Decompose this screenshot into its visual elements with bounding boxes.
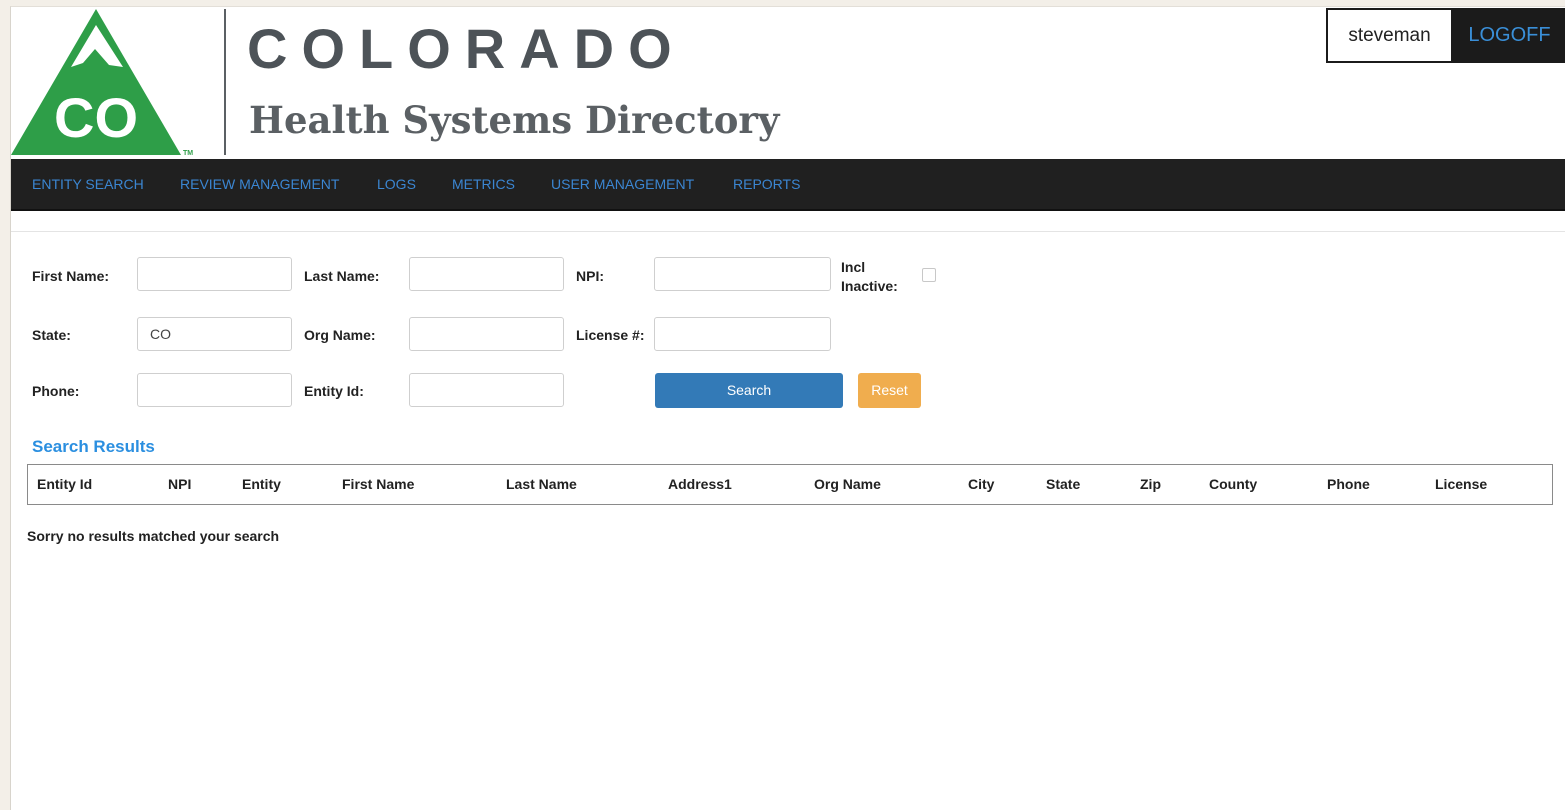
first-name-label: First Name: xyxy=(32,268,110,284)
nav-metrics[interactable]: METRICS xyxy=(452,159,515,209)
column-header-first-name[interactable]: First Name xyxy=(342,465,414,504)
no-results-message: Sorry no results matched your search xyxy=(27,528,280,544)
last-name-label: Last Name: xyxy=(304,268,380,284)
brand-title: COLORADO xyxy=(247,17,686,80)
svg-text:TM: TM xyxy=(183,150,193,157)
nav-reports[interactable]: REPORTS xyxy=(733,159,800,209)
page-title: Health Systems Directory xyxy=(249,98,780,142)
entity-id-label: Entity Id: xyxy=(304,383,364,399)
main-nav: ENTITY SEARCH REVIEW MANAGEMENT LOGS MET… xyxy=(11,159,1565,211)
entity-id-input[interactable] xyxy=(409,373,564,407)
last-name-input[interactable] xyxy=(409,257,564,291)
column-header-city[interactable]: City xyxy=(968,465,994,504)
column-header-phone[interactable]: Phone xyxy=(1327,465,1370,504)
nav-review-management[interactable]: REVIEW MANAGEMENT xyxy=(180,159,339,209)
app-window: CO TM COLORADO Health Systems Directory … xyxy=(10,6,1565,810)
colorado-logo: CO TM xyxy=(11,7,211,159)
reset-button[interactable]: Reset xyxy=(858,373,921,408)
colorado-logo-icon: CO TM xyxy=(11,9,193,157)
column-header-zip[interactable]: Zip xyxy=(1140,465,1161,504)
search-button[interactable]: Search xyxy=(655,373,843,408)
npi-input[interactable] xyxy=(654,257,831,291)
column-header-county[interactable]: County xyxy=(1209,465,1257,504)
phone-input[interactable] xyxy=(137,373,292,407)
incl-inactive-label: Incl Inactive: xyxy=(841,259,898,294)
column-header-entity-id[interactable]: Entity Id xyxy=(37,465,92,504)
org-name-label: Org Name: xyxy=(304,327,376,343)
nav-logs[interactable]: LOGS xyxy=(377,159,416,209)
username-label: steveman xyxy=(1348,25,1431,46)
logoff-button[interactable]: LOGOFF xyxy=(1451,8,1565,63)
column-header-entity[interactable]: Entity xyxy=(242,465,281,504)
state-label: State: xyxy=(32,327,71,343)
column-header-npi[interactable]: NPI xyxy=(168,465,191,504)
nav-entity-search[interactable]: ENTITY SEARCH xyxy=(32,159,144,209)
column-header-address1[interactable]: Address1 xyxy=(668,465,732,504)
first-name-input[interactable] xyxy=(137,257,292,291)
column-header-state[interactable]: State xyxy=(1046,465,1080,504)
phone-label: Phone: xyxy=(32,383,80,399)
license-label: License #: xyxy=(576,327,645,343)
svg-text:CO: CO xyxy=(54,86,138,149)
column-header-org-name[interactable]: Org Name xyxy=(814,465,881,504)
column-header-last-name[interactable]: Last Name xyxy=(506,465,577,504)
incl-inactive-checkbox[interactable] xyxy=(922,268,936,282)
results-table-header: Entity Id NPI Entity First Name Last Nam… xyxy=(27,464,1553,505)
state-input[interactable] xyxy=(137,317,292,351)
column-header-license[interactable]: License xyxy=(1435,465,1487,504)
divider xyxy=(11,231,1565,232)
org-name-input[interactable] xyxy=(409,317,564,351)
nav-user-management[interactable]: USER MANAGEMENT xyxy=(551,159,694,209)
user-box: steveman LOGOFF xyxy=(1326,8,1565,63)
header: CO TM COLORADO Health Systems Directory … xyxy=(11,7,1565,159)
search-results-heading: Search Results xyxy=(32,437,155,456)
header-divider xyxy=(224,9,226,155)
npi-label: NPI: xyxy=(576,268,604,284)
license-input[interactable] xyxy=(654,317,831,351)
